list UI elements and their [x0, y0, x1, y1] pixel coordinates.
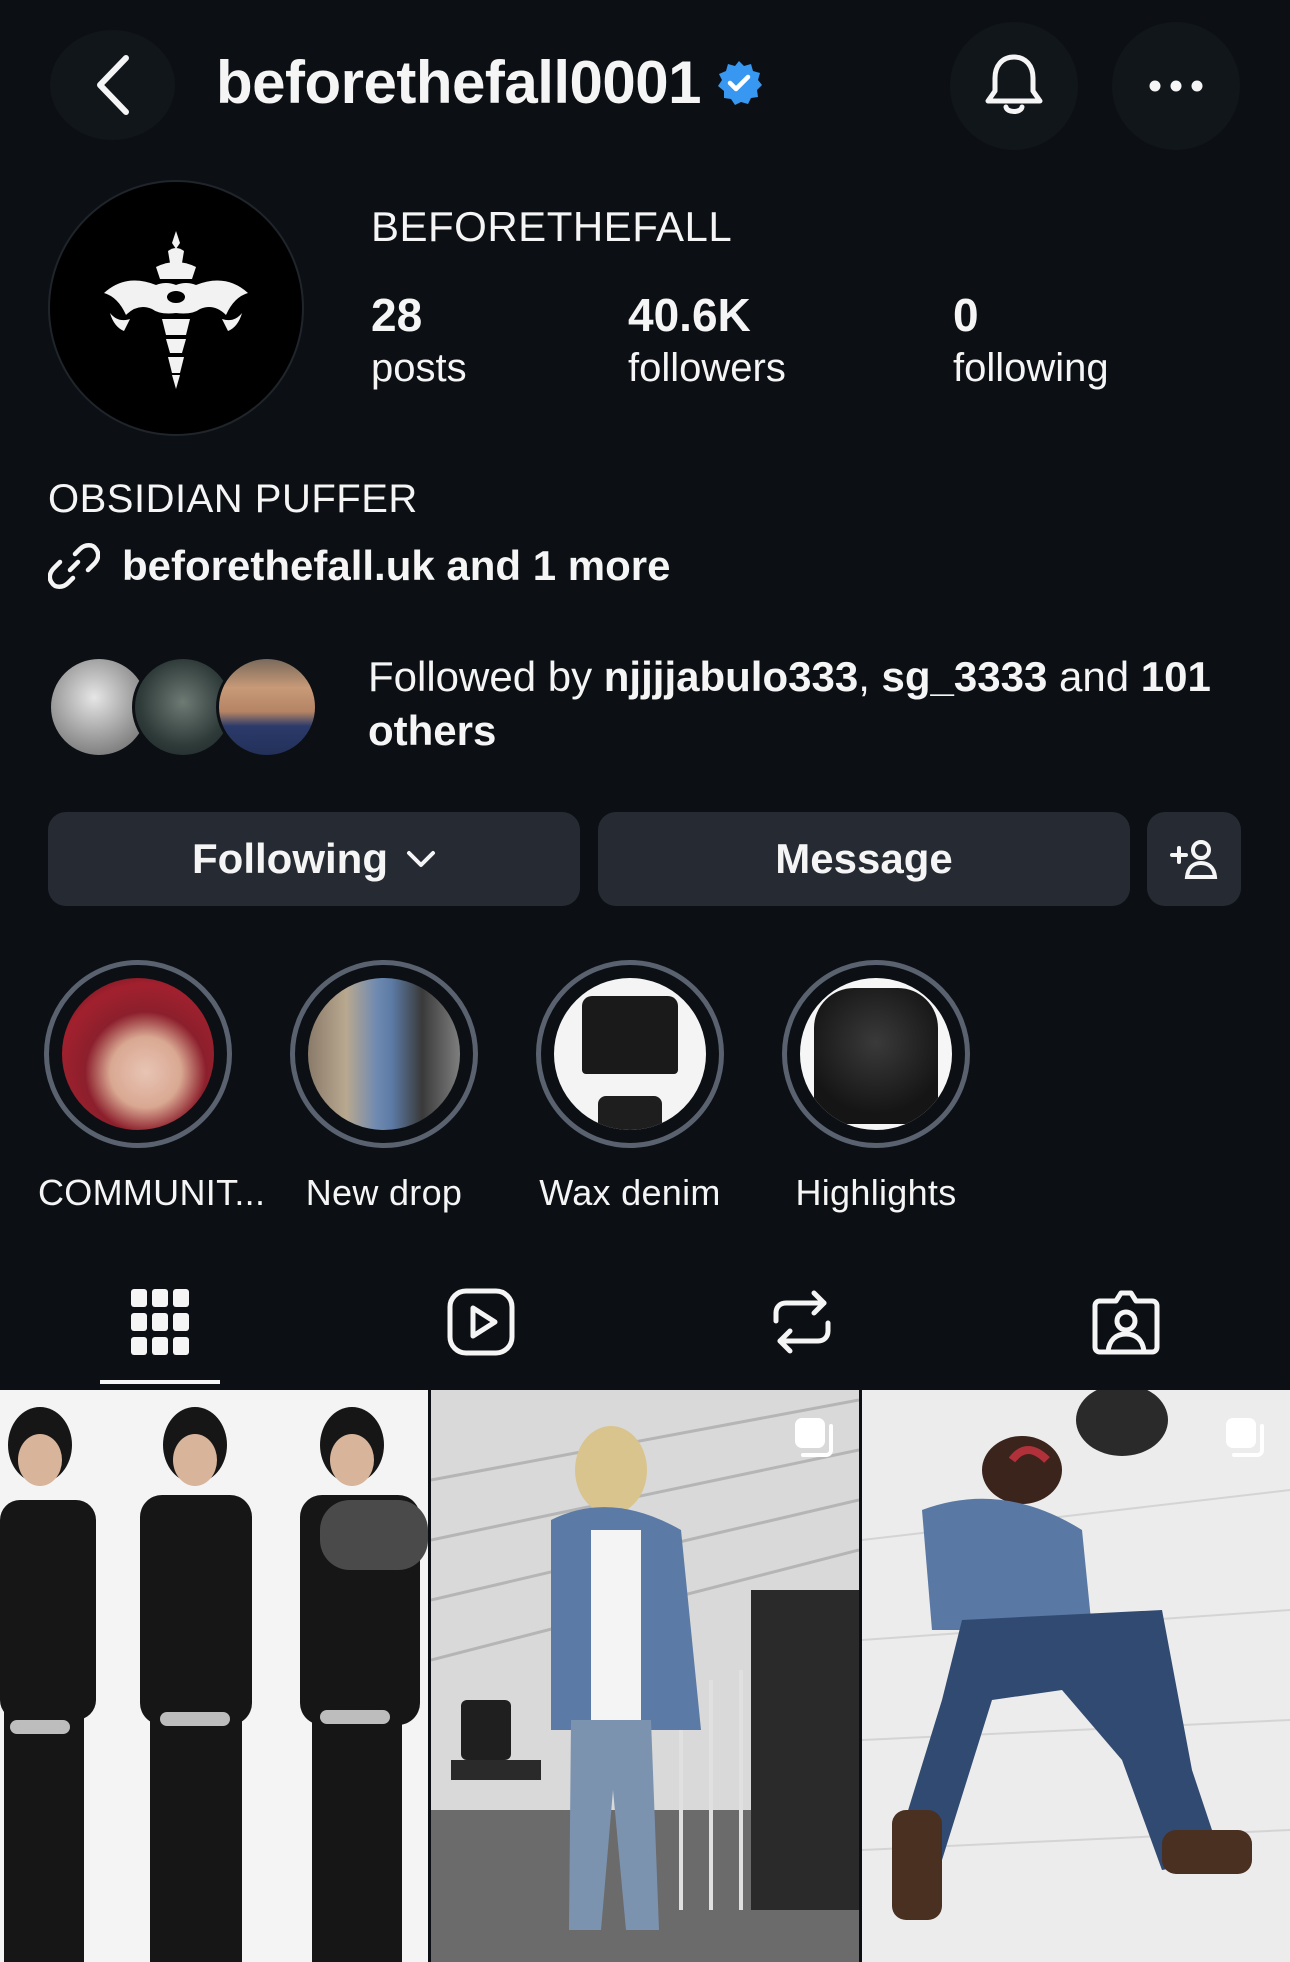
highlight-label: Wax denim — [539, 1172, 721, 1213]
add-person-icon — [1170, 840, 1218, 879]
highlight-community[interactable]: COMMUNIT... — [38, 960, 266, 1214]
followed-by-text: Followed by njjjjabulo333, sg_3333 and 1… — [368, 653, 1211, 754]
carousel-icon — [795, 1418, 833, 1457]
bell-icon — [985, 54, 1043, 114]
post-image-bed-denim — [862, 1390, 1290, 1962]
carousel-icon — [1226, 1418, 1264, 1457]
highlight-label: COMMUNIT... — [38, 1172, 266, 1213]
highlight-ring — [536, 960, 724, 1148]
reels-icon — [447, 1288, 515, 1356]
post-thumbnail-1[interactable] — [0, 1390, 428, 1962]
highlight-cover-wax-denim — [554, 978, 706, 1130]
stat-following[interactable]: 0 following — [953, 288, 1109, 394]
bio-link-text: beforethefall.uk and 1 more — [122, 542, 671, 589]
post-image-jackets-lineup — [0, 1390, 428, 1962]
tab-reposts[interactable] — [742, 1282, 862, 1362]
chevron-down-icon — [406, 851, 435, 867]
highlight-ring — [782, 960, 970, 1148]
following-count: 0 — [953, 289, 979, 341]
tab-reels[interactable] — [421, 1282, 541, 1362]
profile-avatar[interactable] — [48, 180, 304, 436]
tab-posts-grid[interactable] — [100, 1282, 220, 1362]
highlight-label: Highlights — [795, 1172, 957, 1213]
verified-badge-icon — [718, 60, 763, 105]
link-icon — [48, 543, 100, 589]
highlight-new-drop[interactable]: New drop — [284, 960, 484, 1214]
stat-followers[interactable]: 40.6K followers — [628, 288, 786, 394]
bio-text: OBSIDIAN PUFFER — [48, 477, 418, 521]
mutual-avatar-3 — [216, 656, 318, 758]
highlight-cover-new-drop — [308, 978, 460, 1130]
highlight-ring — [290, 960, 478, 1148]
notifications-button[interactable] — [950, 22, 1078, 150]
back-button[interactable] — [50, 30, 175, 140]
username-text: beforethefall0001 — [216, 49, 702, 116]
mutual-followers-avatars — [48, 650, 318, 758]
suggested-people-button[interactable] — [1147, 812, 1241, 906]
tagged-icon — [1092, 1290, 1160, 1355]
back-icon — [96, 55, 129, 115]
following-label: following — [953, 346, 1109, 390]
highlight-highlights[interactable]: Highlights — [776, 960, 976, 1214]
more-icon — [1149, 80, 1203, 92]
highlight-label: New drop — [305, 1172, 463, 1213]
post-thumbnail-2[interactable] — [431, 1390, 859, 1962]
grid-icon — [131, 1289, 189, 1355]
followed-by[interactable]: Followed by njjjjabulo333, sg_3333 and 1… — [48, 650, 1290, 758]
highlight-wax-denim[interactable]: Wax denim — [530, 960, 730, 1214]
highlight-ring — [44, 960, 232, 1148]
profile-username-header: beforethefall0001 — [216, 48, 763, 117]
bio-link[interactable]: beforethefall.uk and 1 more — [48, 540, 670, 592]
post-thumbnail-3[interactable] — [862, 1390, 1290, 1962]
posts-count: 28 — [371, 289, 423, 341]
posts-label: posts — [371, 346, 467, 390]
message-button-label: Message — [775, 835, 953, 882]
highlight-cover-community — [62, 978, 214, 1130]
post-image-denim-jacket — [431, 1390, 859, 1962]
followers-label: followers — [628, 346, 786, 390]
tab-tagged[interactable] — [1066, 1282, 1186, 1362]
brand-logo — [104, 231, 248, 389]
stat-posts[interactable]: 28 posts — [371, 288, 467, 394]
display-name: BEFORETHEFALL — [371, 203, 733, 250]
message-button[interactable]: Message — [598, 812, 1130, 906]
followers-count: 40.6K — [628, 289, 751, 341]
reposts-icon — [773, 1290, 831, 1354]
following-button[interactable]: Following — [48, 812, 580, 906]
active-tab-indicator — [100, 1380, 220, 1384]
following-button-label: Following — [192, 835, 388, 882]
highlight-cover-highlights — [800, 978, 952, 1130]
more-options-button[interactable] — [1112, 22, 1240, 150]
